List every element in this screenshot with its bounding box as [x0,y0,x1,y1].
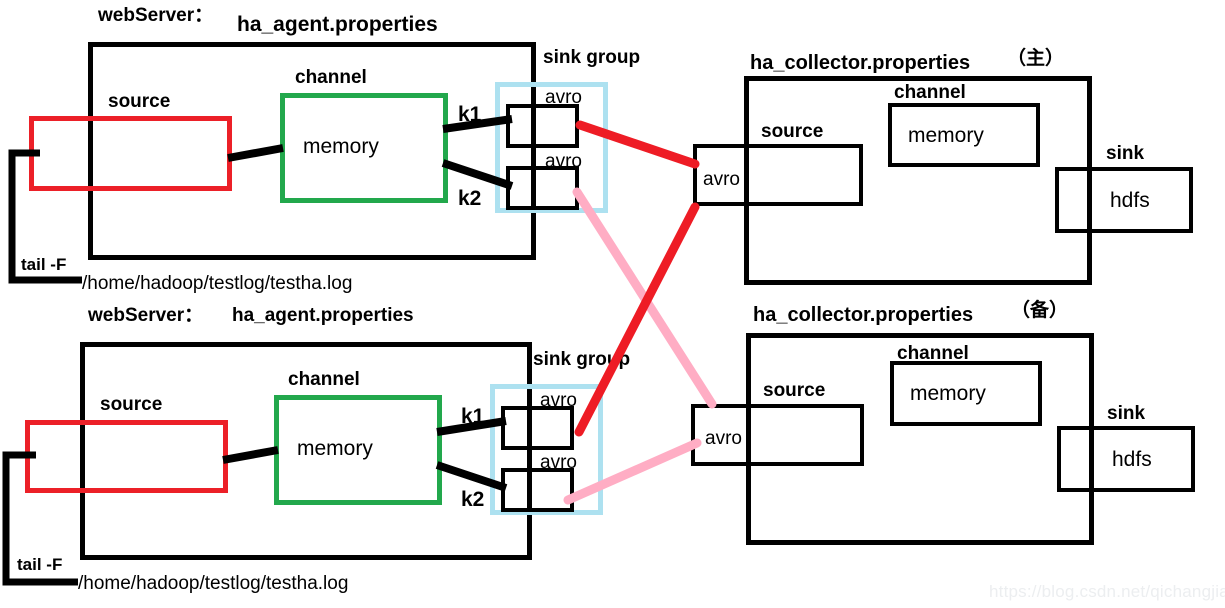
agent-bottom-channel-type: memory [297,437,373,460]
agent-top-tail-command: tail -F [21,255,67,274]
collector-primary-sink-type: hdfs [1110,189,1150,212]
agent-bottom-source-box [25,420,228,493]
collector-primary-source-type: avro [703,169,740,190]
agent-top-log-path: /home/hadoop/testlog/testha.log [82,273,353,294]
collector-primary-channel-type: memory [908,124,984,147]
collector-backup-sink-type: hdfs [1112,448,1152,471]
agent-top-source-box [29,116,232,191]
watermark: https://blog.csdn.net/qichangjian [989,582,1225,601]
agent-bottom-sink-k2-box [501,468,574,512]
collector-primary-source-label: source [761,121,824,142]
agent-bottom-sink-k2-key: k2 [461,488,485,511]
agent-top-config-file: ha_agent.properties [237,13,438,36]
collector-backup-config-file: ha_collector.properties [753,304,974,326]
agent-bottom-channel-label: channel [288,369,360,390]
collector-backup-source-label: source [763,380,826,401]
collector-backup-source-type: avro [705,428,742,449]
collector-primary-role: （主） [1007,48,1065,69]
collector-backup-role: （备） [1011,300,1069,321]
agent-bottom-sink-group-label: sink group [533,349,631,370]
agent-bottom-sink-k1-key: k1 [461,405,485,428]
agent-top-channel-label: channel [295,67,367,88]
collector-backup-channel-type: memory [910,382,986,405]
collector-primary-channel-label: channel [894,82,966,103]
agent-top-sink-k2-box [506,166,579,210]
agent-top-source-label: source [108,91,171,112]
agent-bottom-sink-k1-box [501,406,574,450]
collector-primary-sink-label: sink [1106,143,1145,164]
agent-top-sink-group-label: sink group [543,47,641,68]
agent-top-sink-k1-box [506,104,579,148]
agent-top-channel-type: memory [303,135,379,158]
agent-top-host-label: webServer： [98,5,214,26]
agent-top-sink-k2-key: k2 [458,187,482,210]
collector-backup-sink-label: sink [1107,403,1146,424]
collector-primary-config-file: ha_collector.properties [750,52,971,74]
agent-bottom-log-path: /home/hadoop/testlog/testha.log [78,573,349,594]
agent-top-k2-to-backup-collector-link [572,187,717,409]
agent-bottom-config-file: ha_agent.properties [232,305,414,326]
agent-bottom-source-label: source [100,394,163,415]
agent-bottom-host-label: webServer： [88,305,204,326]
agent-top-sink-k1-key: k1 [458,103,482,126]
agent-bottom-tail-command: tail -F [17,555,63,574]
flume-ha-diagram: webServer： ha_agent.properties source ch… [0,0,1225,608]
